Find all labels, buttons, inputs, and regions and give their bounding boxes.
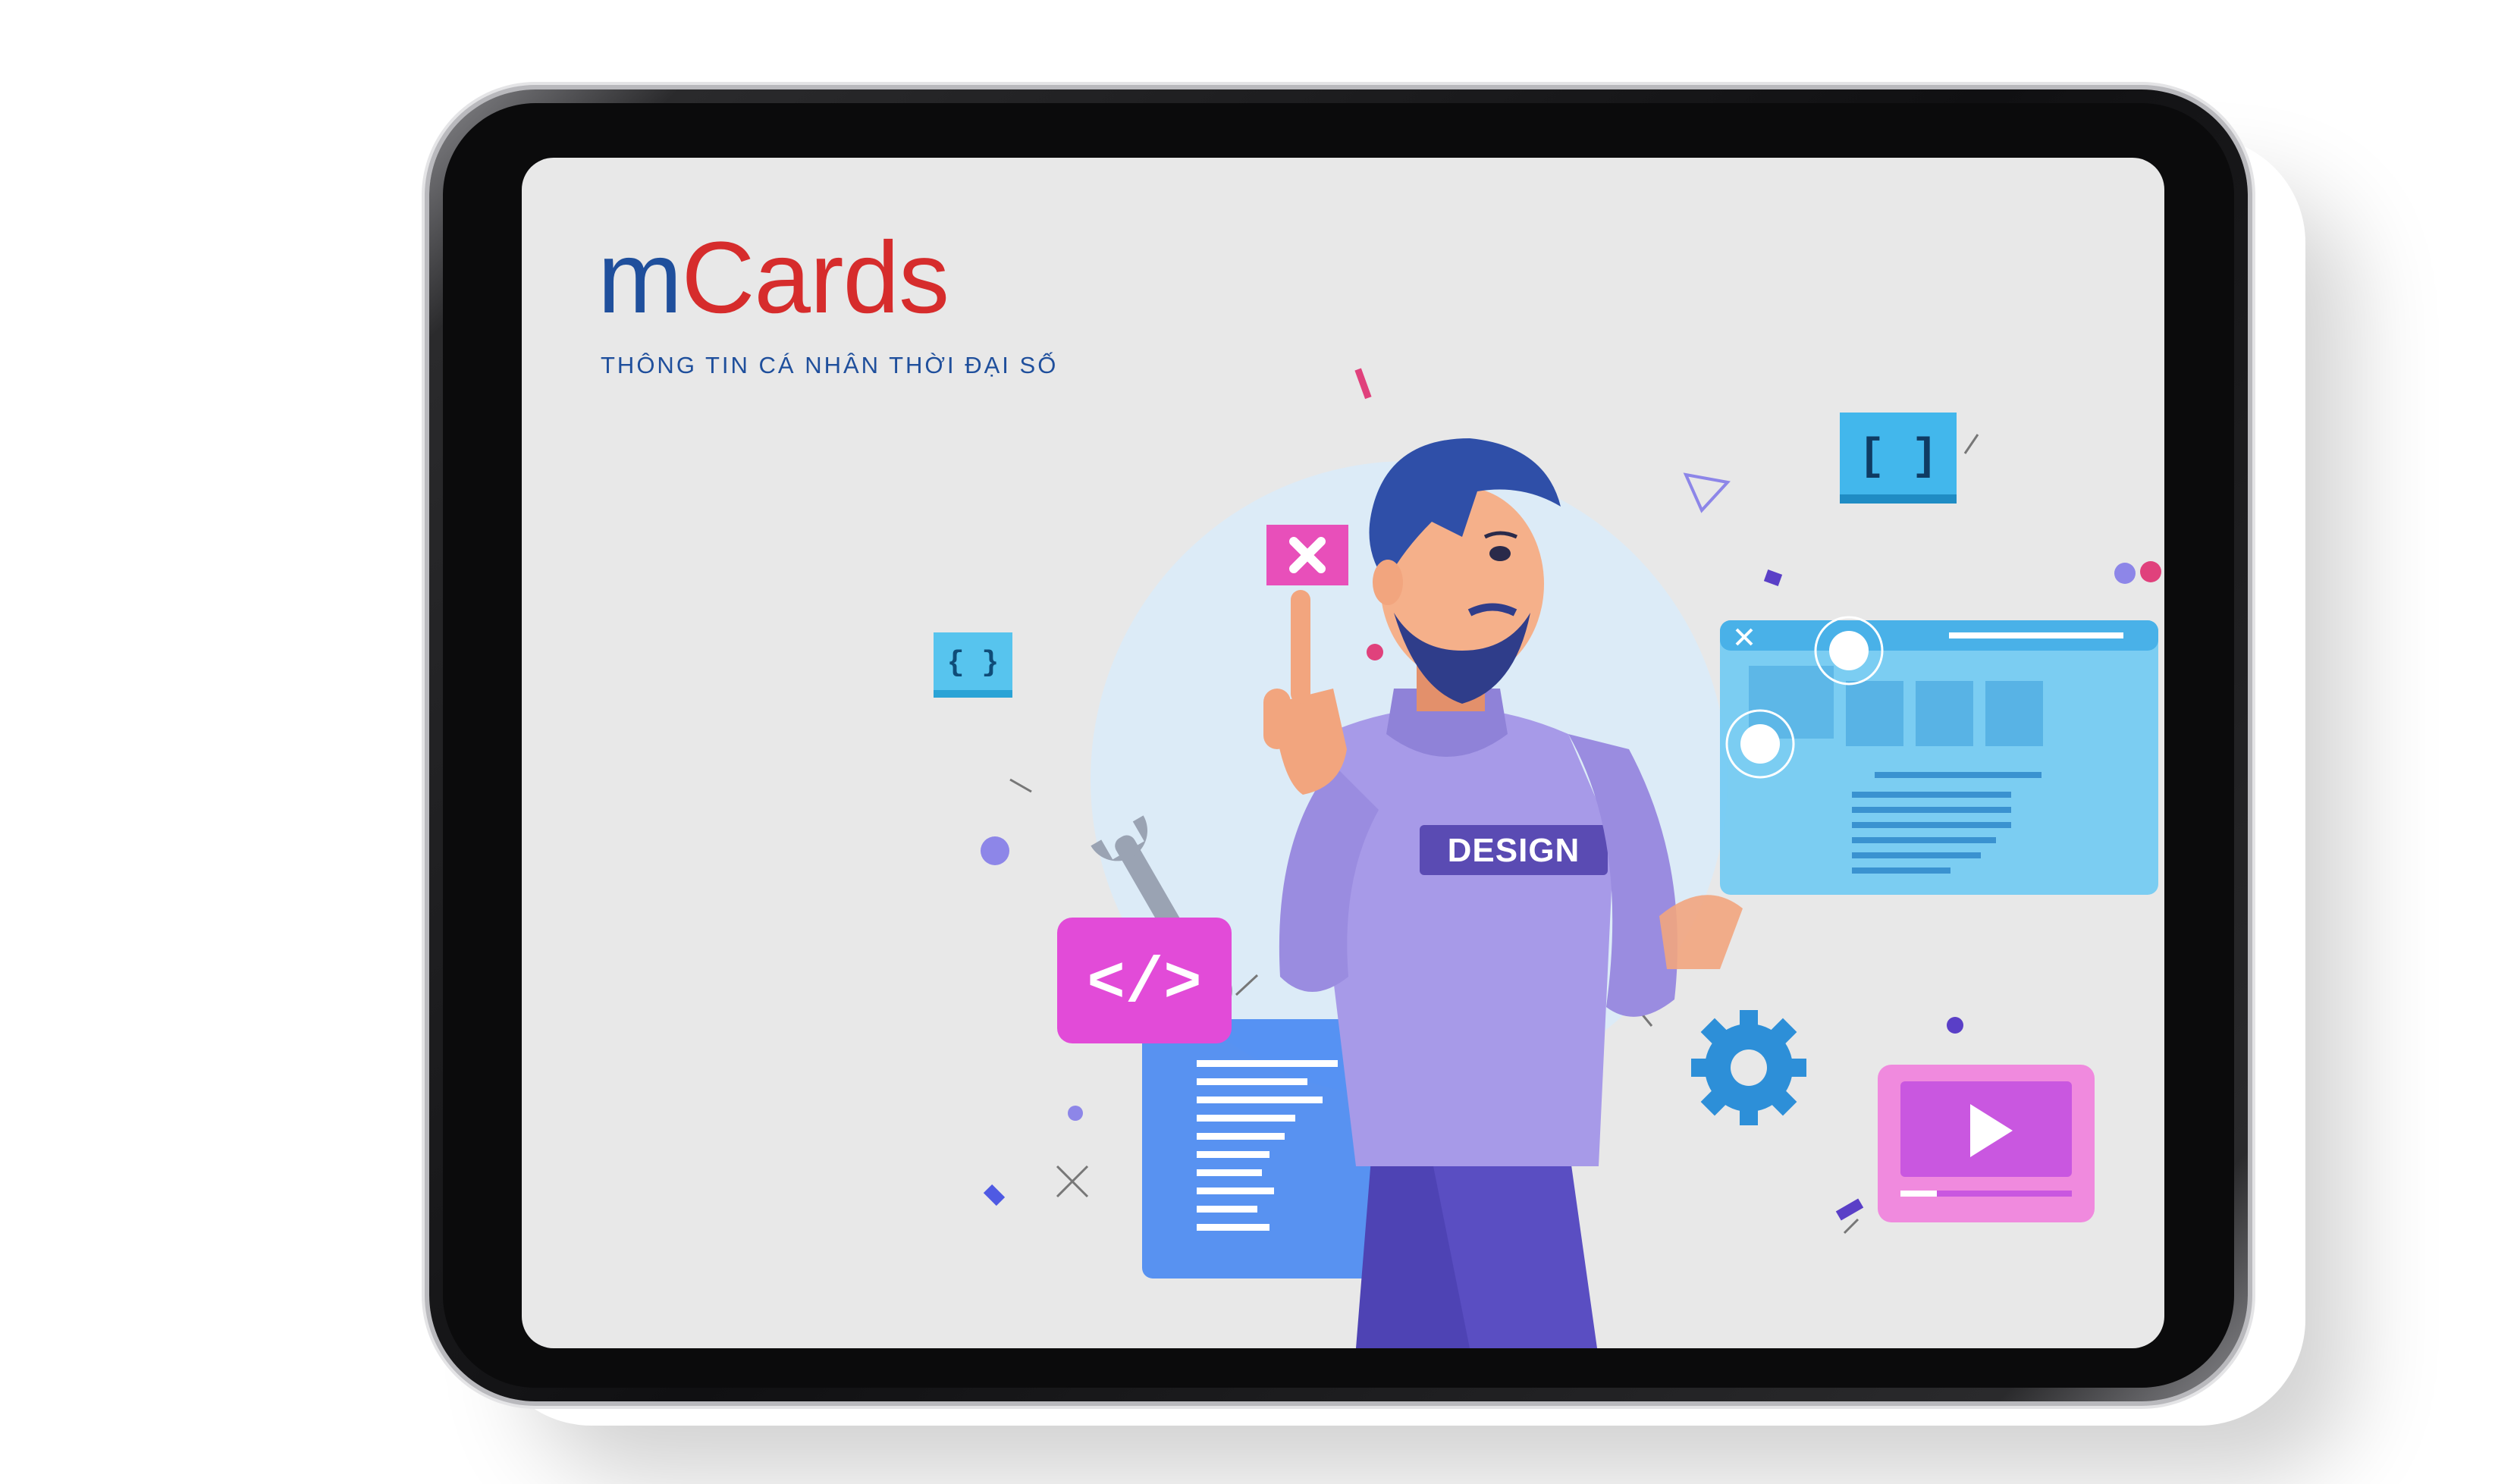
designer-legs (1356, 1144, 1597, 1348)
tablet-bezel: mCards THÔNG TIN CÁ NHÂN THỜI ĐẠI SỐ {}… (443, 103, 2234, 1388)
designer-torso: DESIGN (1326, 689, 1614, 1166)
tablet-screen: mCards THÔNG TIN CÁ NHÂN THỜI ĐẠI SỐ {}… (522, 158, 2164, 1348)
video-player-badge (1878, 1065, 2095, 1222)
small-bracket-badge: { } (934, 632, 1012, 698)
code-tag-text: </> (1087, 949, 1201, 1021)
code-tag-badge: </> (1057, 918, 1232, 1043)
designer-illustration: { } [ ] </> DESIGN (934, 368, 2161, 1348)
tablet-device: mCards THÔNG TIN CÁ NHÂN THỜI ĐẠI SỐ {}… (429, 89, 2248, 1401)
small-bracket-text: { } (947, 647, 999, 679)
browser-window-panel (1720, 616, 2158, 895)
shirt-text: DESIGN (1448, 832, 1580, 869)
gear-icon (1691, 1010, 1806, 1125)
large-bracket-badge: [ ] (1840, 413, 1957, 504)
large-bracket-text: [ ] (1859, 433, 1938, 482)
close-badge (1266, 525, 1348, 585)
